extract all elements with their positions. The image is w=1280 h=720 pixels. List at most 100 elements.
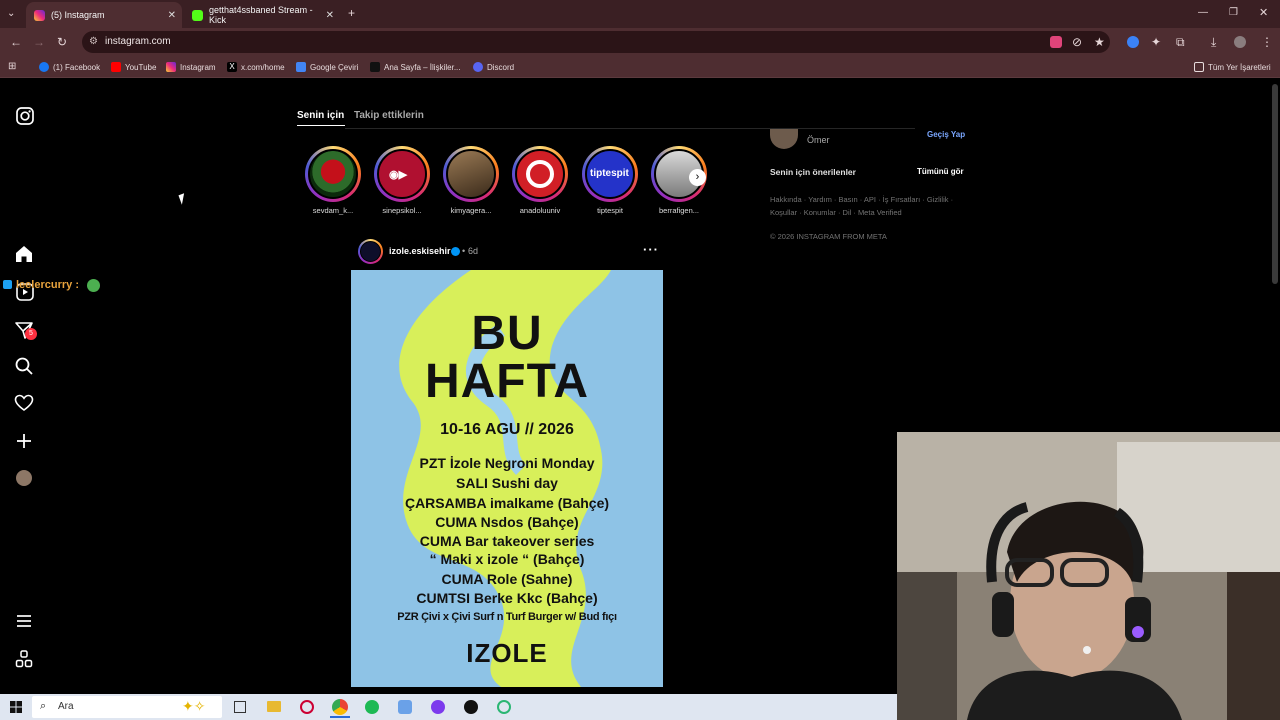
bookmark-ana-sayfa[interactable]: Ana Sayfa – İlişkiler... (370, 60, 460, 74)
search-icon[interactable] (14, 356, 34, 376)
back-icon[interactable]: ← (10, 36, 22, 48)
meta-apps-icon[interactable] (14, 649, 34, 669)
story-ring[interactable]: ◉▶ (374, 146, 430, 202)
app-icon[interactable] (300, 700, 314, 714)
story-ring[interactable] (443, 146, 499, 202)
webcam-feed (897, 432, 1280, 720)
address-bar[interactable]: ⚙ instagram.com (82, 31, 1110, 53)
site-info-icon[interactable]: ⚙ (89, 36, 98, 47)
poster-row: CUMTSI Berke Kkc (Bahçe) (416, 590, 598, 606)
eye-off-icon[interactable]: ⊘ (1072, 36, 1082, 48)
instagram-favicon-icon (34, 9, 45, 21)
youtube-icon (111, 62, 121, 72)
story-username[interactable]: sinepsikol... (367, 206, 437, 215)
post-options-icon[interactable]: ··· (643, 242, 659, 257)
bookmark-label: Google Çeviri (310, 62, 359, 72)
webcam-overlay (897, 432, 1280, 720)
poster-row: ÇARSAMBA imalkame (Bahçe) (404, 495, 610, 511)
app-icon[interactable] (464, 700, 478, 714)
kick-favicon-icon (192, 9, 203, 21)
camera-logo-icon: ◉▶ (389, 169, 408, 181)
stories-next-icon[interactable]: › (689, 169, 706, 186)
apps-grid-icon[interactable]: ⊞ (8, 61, 16, 73)
screen-share-icon[interactable] (1050, 36, 1062, 48)
instagram-logo-icon[interactable] (15, 106, 35, 126)
new-tab-icon[interactable]: + (348, 7, 355, 19)
bookmark-google-translate[interactable]: Google Çeviri (296, 60, 358, 74)
minimize-icon[interactable]: — (1198, 7, 1208, 19)
taskbar-search[interactable]: ⌕ Ara ✦✧ (32, 696, 222, 718)
footer-links[interactable]: Hakkında · Yardım · Basın · API · İş Fır… (770, 195, 953, 204)
app-icon[interactable] (497, 700, 511, 714)
story-ring[interactable] (305, 146, 361, 202)
profile-avatar[interactable] (16, 470, 32, 486)
anadolu-logo-icon (526, 160, 554, 188)
story-username[interactable]: tiptespit (575, 206, 645, 215)
file-explorer-icon[interactable] (267, 701, 281, 712)
bookmark-instagram[interactable]: Instagram (166, 60, 216, 74)
story-username[interactable]: berrafigen... (644, 206, 714, 215)
post-separator: • (462, 246, 466, 256)
bookmark-x[interactable]: Xx.com/home (227, 60, 285, 74)
download-icon[interactable]: ⤓ (1211, 36, 1216, 48)
create-plus-icon[interactable] (14, 431, 34, 451)
chrome-icon[interactable] (332, 699, 348, 715)
story-ring[interactable] (512, 146, 568, 202)
page-scrollbar[interactable] (1272, 84, 1278, 284)
hamburger-menu-icon[interactable] (14, 611, 34, 631)
menu-kebab-icon[interactable]: ⋮ (1261, 36, 1273, 48)
story-ring[interactable]: tiptespit (582, 146, 638, 202)
poster-row: “ Maki x izole “ (Bahçe) (429, 551, 585, 567)
extensions-puzzle-icon[interactable]: ⧉ (1176, 36, 1185, 48)
poster-brand: IZOLE (466, 638, 548, 668)
bookmark-star-icon[interactable]: ★ (1094, 36, 1105, 48)
extension-icon[interactable] (1127, 36, 1139, 48)
switch-account-link[interactable]: Geçiş Yap (927, 130, 965, 139)
forward-icon[interactable]: → (33, 36, 45, 48)
tab-search-icon[interactable]: ⌄ (7, 8, 15, 20)
all-bookmarks[interactable]: Tüm Yer İşaretleri (1194, 60, 1271, 74)
copilot-sparkle-icon: ✦✧ (182, 698, 206, 714)
bookmark-youtube[interactable]: YouTube (111, 60, 156, 74)
bookmark-facebook[interactable]: (1) Facebook (39, 60, 100, 74)
story-username[interactable]: sevdam_k... (298, 206, 368, 215)
tab-kick[interactable]: getthat4ssbaned Stream - Kick ✕ (184, 2, 340, 28)
tab-following[interactable]: Takip ettiklerin (354, 110, 424, 121)
verified-badge-icon (451, 247, 460, 256)
poster-row: CUMA Bar takeover series (419, 533, 595, 549)
bookmark-label: Instagram (180, 62, 216, 72)
overlay-emote-icon (87, 279, 100, 292)
post-image[interactable]: BU HAFTA 10-16 AGU // 2026 PZT İzole Neg… (351, 270, 663, 687)
close-tab-icon[interactable]: ✕ (326, 10, 334, 21)
close-tab-icon[interactable]: ✕ (168, 10, 176, 21)
footer-links[interactable]: Koşullar · Konumlar · Dil · Meta Verifie… (770, 208, 902, 217)
windows-start-icon[interactable] (10, 701, 22, 713)
close-window-icon[interactable]: ✕ (1259, 7, 1268, 19)
story-username[interactable]: anadoluuniv (505, 206, 575, 215)
reload-icon[interactable]: ↻ (57, 36, 67, 48)
url-text[interactable]: instagram.com (105, 36, 171, 47)
post-avatar-ring[interactable] (358, 239, 383, 264)
task-view-icon[interactable] (234, 701, 246, 713)
extension-icon[interactable]: ✦ (1151, 36, 1161, 48)
messages-badge: 5 (25, 328, 37, 340)
home-icon[interactable] (14, 244, 34, 264)
tab-title: (5) Instagram (51, 10, 105, 20)
tab-for-you[interactable]: Senin için (297, 110, 344, 121)
story-avatar (308, 149, 358, 199)
post-username[interactable]: izole.eskisehir (389, 246, 451, 256)
obs-icon[interactable] (431, 700, 445, 714)
active-tab-indicator (297, 125, 345, 126)
heart-icon[interactable] (14, 393, 34, 413)
settings-gear-icon[interactable] (398, 700, 412, 714)
tiptespit-logo: tiptespit (590, 168, 629, 179)
spotify-icon[interactable] (365, 700, 379, 714)
tab-instagram[interactable]: (5) Instagram ✕ (26, 2, 182, 28)
poster-row: CUMA Role (Sahne) (441, 571, 573, 587)
story-username[interactable]: kimyagera... (436, 206, 506, 215)
profile-avatar-icon[interactable] (1234, 36, 1246, 48)
see-all-link[interactable]: Tümünü gör (917, 167, 964, 176)
restore-icon[interactable]: ❐ (1229, 7, 1238, 19)
taskbar-search-placeholder[interactable]: Ara (58, 701, 74, 712)
bookmark-discord[interactable]: Discord (473, 60, 514, 74)
